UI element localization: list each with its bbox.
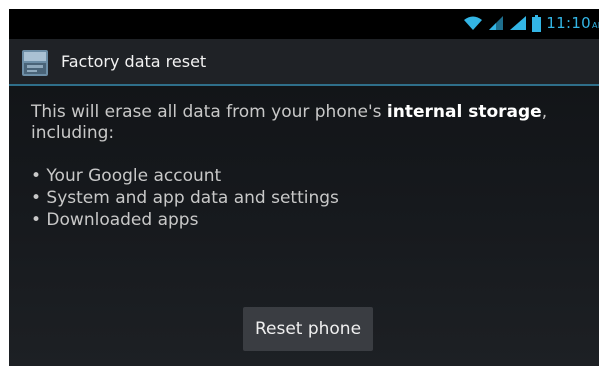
signal-icon	[489, 16, 504, 30]
action-bar: Factory data reset	[9, 39, 599, 86]
erase-list: • Your Google account • System and app d…	[31, 165, 576, 231]
settings-app-icon[interactable]	[22, 50, 48, 76]
status-bar: 11:10AM	[9, 9, 599, 39]
screen: 11:10AM Factory data reset This will era…	[9, 9, 599, 366]
list-item: • System and app data and settings	[31, 188, 339, 208]
page-title: Factory data reset	[61, 52, 207, 71]
list-item: • Your Google account	[31, 166, 222, 186]
status-icons: 11:10AM	[463, 13, 599, 33]
signal-icon	[510, 16, 527, 30]
status-clock: 11:10AM	[546, 14, 599, 32]
wifi-icon	[464, 16, 483, 30]
intro-text-before: This will erase all data from your phone…	[31, 102, 387, 122]
status-time-suffix: AM	[592, 21, 599, 30]
list-item: • Downloaded apps	[31, 210, 199, 230]
button-bar: Reset phone	[9, 295, 599, 366]
reset-phone-button[interactable]: Reset phone	[243, 307, 373, 351]
warning-message: This will erase all data from your phone…	[31, 102, 576, 231]
battery-icon	[532, 14, 542, 32]
intro-text: This will erase all data from your phone…	[31, 102, 576, 144]
intro-text-emphasis: internal storage	[386, 102, 542, 122]
status-time: 11:10	[546, 14, 592, 32]
